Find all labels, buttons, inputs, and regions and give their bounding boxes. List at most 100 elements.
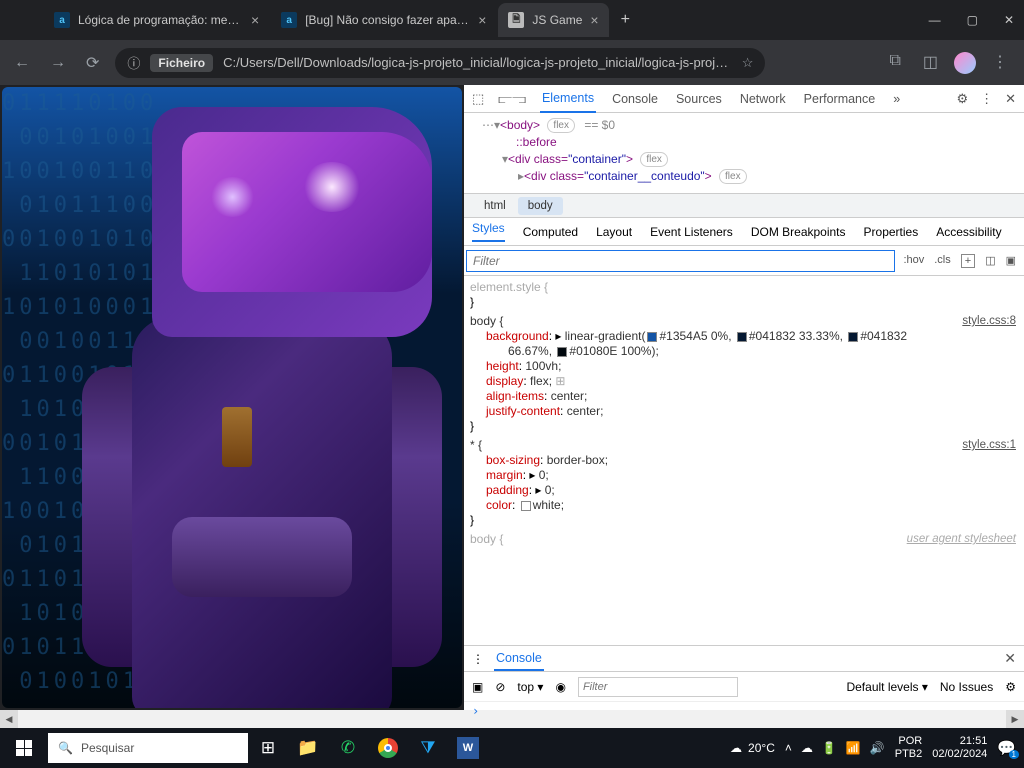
favicon-file-icon: 🗎 (508, 12, 524, 28)
close-icon[interactable]: × (590, 12, 598, 28)
devtools-menu-icon[interactable]: ⋮ (980, 91, 993, 107)
styles-tab-bar: Styles Computed Layout Event Listeners D… (464, 218, 1024, 246)
styles-filter-row: :hov .cls + ◫ ▣ (464, 246, 1024, 276)
start-button[interactable] (0, 728, 48, 768)
cls-button[interactable]: .cls (934, 254, 951, 268)
scroll-left-icon[interactable]: ◀ (0, 710, 18, 728)
tab-title: JS Game (532, 13, 582, 27)
forward-icon[interactable]: → (46, 50, 70, 76)
word-icon[interactable]: W (457, 737, 479, 759)
dom-tree[interactable]: ⋯▾<body> flex == $0 ::before ▾<div class… (464, 113, 1024, 194)
crumb-html[interactable]: html (474, 197, 516, 215)
search-input[interactable]: 🔍 Pesquisar (48, 733, 248, 763)
source-link[interactable]: style.css:1 (962, 438, 1016, 453)
battery-icon[interactable]: 🔋 (822, 741, 837, 755)
breadcrumb[interactable]: html body (464, 194, 1024, 218)
url-text: C:/Users/Dell/Downloads/logica-js-projet… (223, 55, 732, 70)
scroll-right-icon[interactable]: ▶ (1006, 710, 1024, 728)
task-view-icon[interactable]: ⊞ (248, 728, 288, 768)
weather-widget[interactable]: ☁ 20°C (730, 741, 775, 755)
vscode-icon[interactable]: ⧩ (408, 728, 448, 768)
clear-console-icon[interactable]: ⊘ (495, 680, 505, 694)
maximize-icon[interactable]: ▢ (967, 13, 978, 27)
side-panel-icon[interactable]: ◫ (923, 52, 938, 74)
language-indicator[interactable]: POR PTB2 (895, 735, 923, 761)
tab-properties[interactable]: Properties (864, 225, 919, 239)
tab-3-active[interactable]: 🗎 JS Game × (498, 3, 608, 37)
tab-listeners[interactable]: Event Listeners (650, 225, 733, 239)
close-icon[interactable]: × (251, 12, 259, 28)
minimize-icon[interactable]: — (929, 13, 941, 27)
inspect-icon[interactable]: ⬚ (472, 91, 484, 107)
tab-console[interactable]: Console (610, 86, 660, 112)
device-icon[interactable]: ⫍⫎ (498, 91, 526, 107)
styles-panel[interactable]: element.style { } style.css:8 body { bac… (464, 276, 1024, 645)
url-badge: Ficheiro (150, 54, 213, 72)
tab-styles[interactable]: Styles (472, 221, 505, 242)
system-tray[interactable]: ˄ ☁ 🔋 📶 🔊 (785, 741, 885, 755)
whatsapp-icon[interactable]: ✆ (328, 728, 368, 768)
tab-sources[interactable]: Sources (674, 86, 724, 112)
explorer-icon[interactable]: 📁 (288, 728, 328, 768)
volume-icon[interactable]: 🔊 (870, 741, 885, 755)
back-icon[interactable]: ← (10, 50, 34, 76)
more-tabs-icon[interactable]: » (891, 86, 902, 112)
console-filter-input[interactable] (578, 677, 738, 697)
page-viewport: 011110100 001010011 1001001101 010111000… (2, 87, 462, 708)
tab-elements[interactable]: Elements (540, 85, 596, 113)
gear-icon[interactable]: ⚙ (956, 91, 968, 107)
sidebar-toggle-icon[interactable]: ▣ (472, 680, 483, 694)
live-expression-icon[interactable]: ◉ (555, 680, 565, 694)
hov-button[interactable]: :hov (903, 254, 924, 268)
ua-label: user agent stylesheet (907, 532, 1016, 547)
reload-icon[interactable]: ⟳ (82, 49, 103, 77)
address-bar: ← → ⟳ ⓘ Ficheiro C:/Users/Dell/Downloads… (0, 40, 1024, 85)
install-icon[interactable]: ⧉ (889, 52, 900, 74)
wifi-icon[interactable]: 📶 (846, 741, 861, 755)
temperature: 20°C (748, 741, 775, 755)
avatar[interactable] (954, 52, 976, 74)
favicon-alura-icon: a (281, 12, 297, 28)
notifications-icon[interactable]: 💬1 (997, 739, 1016, 757)
crumb-body[interactable]: body (518, 197, 563, 215)
tab-layout[interactable]: Layout (596, 225, 632, 239)
devtools-tab-bar: ⬚ ⫍⫎ Elements Console Sources Network Pe… (464, 85, 1024, 113)
levels-selector[interactable]: Default levels ▾ (846, 680, 927, 694)
onedrive-icon[interactable]: ☁ (801, 741, 813, 755)
console-prompt[interactable]: › (464, 702, 1024, 720)
source-link[interactable]: style.css:8 (962, 314, 1016, 329)
toggle-icon-2[interactable]: ▣ (1006, 254, 1016, 268)
context-selector[interactable]: top ▾ (517, 680, 543, 694)
tab-computed[interactable]: Computed (523, 225, 578, 239)
tab-dom-bp[interactable]: DOM Breakpoints (751, 225, 846, 239)
tab-performance[interactable]: Performance (802, 86, 878, 112)
info-icon[interactable]: ⓘ (127, 53, 140, 72)
clock[interactable]: 21:51 02/02/2024 (932, 735, 987, 761)
tab-2[interactable]: a [Bug] Não consigo fazer aparec... × (271, 3, 496, 37)
devtools-close-icon[interactable]: ✕ (1005, 91, 1016, 107)
url-field[interactable]: ⓘ Ficheiro C:/Users/Dell/Downloads/logic… (115, 48, 765, 78)
drawer-menu-icon[interactable]: ⋮ (472, 652, 484, 666)
chevron-up-icon[interactable]: ˄ (785, 741, 792, 755)
new-tab-button[interactable]: + (611, 5, 640, 35)
close-icon[interactable]: × (478, 12, 486, 28)
star-icon[interactable]: ☆ (742, 55, 754, 71)
new-rule-button[interactable]: + (961, 254, 975, 268)
console-gear-icon[interactable]: ⚙ (1005, 680, 1016, 694)
tab-title: Lógica de programação: mergu... (78, 13, 243, 27)
menu-icon[interactable]: ⋮ (992, 52, 1008, 74)
window-close-icon[interactable]: ✕ (1004, 13, 1014, 27)
devtools-panel: ⬚ ⫍⫎ Elements Console Sources Network Pe… (464, 85, 1024, 710)
styles-filter-input[interactable] (466, 250, 895, 272)
console-drawer: ⋮ Console ✕ ▣ ⊘ top ▾ ◉ Default levels ▾… (464, 645, 1024, 710)
toggle-icon[interactable]: ◫ (985, 254, 995, 268)
drawer-tab-console[interactable]: Console (494, 647, 544, 671)
tab-1[interactable]: a Lógica de programação: mergu... × (44, 3, 269, 37)
chrome-icon[interactable] (368, 728, 408, 768)
tab-title: [Bug] Não consigo fazer aparec... (305, 13, 470, 27)
tab-network[interactable]: Network (738, 86, 788, 112)
browser-chrome: a Lógica de programação: mergu... × a [B… (0, 0, 1024, 85)
tab-a11y[interactable]: Accessibility (936, 225, 1001, 239)
drawer-close-icon[interactable]: ✕ (1004, 650, 1016, 667)
weather-icon: ☁ (730, 741, 742, 755)
